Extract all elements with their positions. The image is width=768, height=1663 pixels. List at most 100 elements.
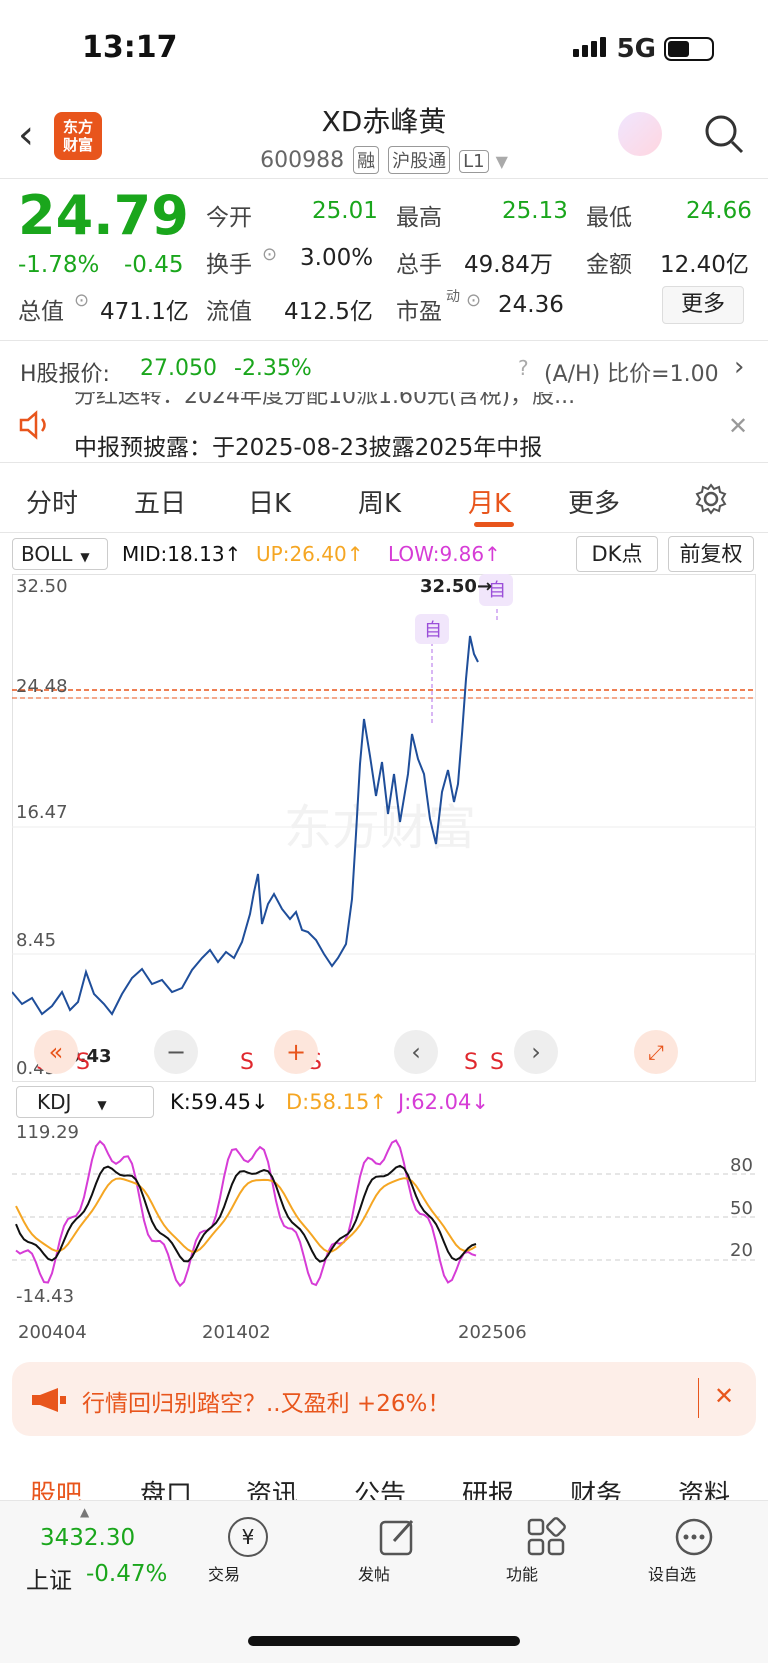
robot-avatar-icon[interactable] bbox=[618, 112, 662, 156]
close-icon[interactable]: ✕ bbox=[728, 412, 748, 440]
tab-finance[interactable]: 财务 bbox=[570, 1474, 622, 1500]
home-indicator bbox=[248, 1636, 520, 1646]
info-icon[interactable]: ⊙ bbox=[466, 290, 481, 311]
info-icon[interactable]: ⊙ bbox=[262, 244, 277, 265]
tab-more[interactable]: 更多 bbox=[568, 483, 620, 520]
pe-label: 市盈 bbox=[396, 299, 442, 325]
x-label: 200404 bbox=[18, 1322, 87, 1343]
self-tag-text: 自 bbox=[424, 620, 442, 641]
boll-up: UP:26.40↑ bbox=[256, 542, 364, 566]
kdj-select-value: KDJ bbox=[37, 1090, 72, 1114]
notice-bar[interactable]: 分红送转：2024年度分配10派1.60元(含税)，股... 中报预披露：于20… bbox=[0, 392, 768, 462]
tab-five-day[interactable]: 五日 bbox=[134, 483, 186, 520]
dock-functions[interactable]: 功能 bbox=[506, 1561, 586, 1585]
status-icons: 5G bbox=[572, 34, 714, 64]
help-icon[interactable]: ? bbox=[518, 356, 529, 380]
dock-add-watchlist[interactable]: 设自选 bbox=[648, 1561, 740, 1585]
adjust-button[interactable]: 前复权 bbox=[668, 536, 754, 572]
tab-research[interactable]: 研报 bbox=[462, 1474, 514, 1500]
stock-code: 600988 bbox=[260, 148, 345, 173]
status-time: 13:17 bbox=[82, 30, 178, 65]
compose-post-icon[interactable] bbox=[378, 1517, 418, 1557]
megaphone-icon bbox=[32, 1388, 66, 1412]
index-name[interactable]: 上证 bbox=[26, 1561, 72, 1595]
kdj-chart[interactable] bbox=[12, 1122, 756, 1312]
y-label: 32.50 bbox=[16, 576, 68, 597]
fullscreen-icon[interactable]: ⤢ bbox=[634, 1030, 678, 1074]
dock-post[interactable]: 发帖 bbox=[358, 1561, 438, 1585]
boll-mid: MID:18.13↑ bbox=[122, 542, 242, 566]
tab-profile[interactable]: 资料 bbox=[678, 1474, 730, 1500]
kdj-y-bottom: -14.43 bbox=[16, 1286, 75, 1307]
indicator-select[interactable]: BOLL ▼ bbox=[12, 538, 108, 570]
kdj-d: D:58.15↑ bbox=[286, 1090, 387, 1114]
search-icon[interactable] bbox=[702, 112, 746, 156]
close-icon[interactable]: ✕ bbox=[714, 1382, 734, 1410]
hshare-change: -2.35% bbox=[234, 356, 312, 381]
info-icon[interactable]: ⊙ bbox=[74, 290, 89, 311]
tab-forum[interactable]: 股吧 bbox=[30, 1474, 82, 1500]
sell-marker[interactable]: S bbox=[464, 1050, 478, 1075]
tab-orderbook[interactable]: 盘口 bbox=[140, 1474, 192, 1500]
content-tabs: 股吧 盘口 资讯 公告 研报 财务 资料 bbox=[0, 1454, 768, 1500]
tab-news[interactable]: 资讯 bbox=[246, 1474, 298, 1500]
kdj-level: 80 bbox=[730, 1155, 753, 1176]
volume-label: 总手 bbox=[396, 252, 442, 278]
zoom-out-icon[interactable]: − bbox=[154, 1030, 198, 1074]
change-pct: -1.78% bbox=[18, 252, 100, 278]
banner-divider bbox=[698, 1378, 699, 1418]
tab-daily-k[interactable]: 日K bbox=[248, 483, 291, 520]
turnover-value: 3.00% bbox=[300, 245, 374, 271]
zoom-in-icon[interactable]: + bbox=[274, 1030, 318, 1074]
open-value: 25.01 bbox=[312, 198, 378, 224]
dock-trade[interactable]: 交易 bbox=[208, 1561, 288, 1585]
index-change[interactable]: -0.47% bbox=[86, 1561, 167, 1587]
tab-announcements[interactable]: 公告 bbox=[354, 1474, 406, 1500]
more-dots-icon[interactable] bbox=[674, 1517, 714, 1557]
amount-label: 金额 bbox=[586, 252, 632, 278]
tab-weekly-k[interactable]: 周K bbox=[358, 483, 401, 520]
sell-marker[interactable]: S bbox=[76, 1050, 90, 1075]
hshare-label: H股报价: bbox=[20, 362, 110, 387]
promo-banner[interactable]: 行情回归别踏空？..又盈利 +26%！ ✕ bbox=[12, 1362, 756, 1436]
dropdown-icon[interactable]: ▼ bbox=[496, 152, 508, 171]
tab-monthly-k[interactable]: 月K bbox=[468, 483, 511, 520]
y-label: 24.48 bbox=[16, 676, 68, 697]
tab-intraday[interactable]: 分时 bbox=[26, 483, 78, 520]
hshare-price: 27.050 bbox=[140, 356, 217, 381]
pe-sup: 动 bbox=[446, 289, 460, 305]
scroll-left-end-icon[interactable]: « bbox=[34, 1030, 78, 1074]
high-value: 25.13 bbox=[502, 198, 568, 224]
network-type: 5G bbox=[616, 34, 656, 64]
tag-margin: 融 bbox=[353, 146, 380, 174]
apps-grid-icon[interactable] bbox=[526, 1517, 566, 1557]
low-label: 最低 bbox=[586, 205, 632, 231]
sell-marker[interactable]: S bbox=[490, 1050, 504, 1075]
banner-text: 行情回归别踏空？..又盈利 +26%！ bbox=[82, 1391, 451, 1417]
open-label: 今开 bbox=[206, 205, 252, 231]
battery-icon bbox=[664, 37, 714, 61]
chevron-right-icon[interactable]: › bbox=[734, 352, 744, 382]
change-value: -0.45 bbox=[124, 252, 184, 278]
kdj-level: 20 bbox=[730, 1240, 753, 1261]
kline-chart[interactable]: 东方财富 自 自 bbox=[12, 574, 756, 1082]
dk-point-button[interactable]: DK点 bbox=[576, 536, 658, 572]
turnover-label: 换手 bbox=[206, 252, 252, 278]
kdj-select[interactable]: KDJ ▼ bbox=[16, 1086, 154, 1118]
float-label: 流值 bbox=[206, 299, 252, 325]
speaker-icon bbox=[19, 410, 46, 440]
notice-line-2: 中报预披露：于2025-08-23披露2025年中报 bbox=[74, 435, 543, 461]
trade-icon[interactable]: ¥ bbox=[228, 1517, 268, 1557]
settings-gear-icon[interactable] bbox=[694, 482, 728, 516]
sell-marker[interactable]: S bbox=[240, 1050, 254, 1075]
chevron-left-icon[interactable]: ‹ bbox=[394, 1030, 438, 1074]
index-value[interactable]: 3432.30 bbox=[40, 1525, 135, 1551]
more-button[interactable]: 更多 bbox=[662, 286, 744, 324]
amount-value: 12.40亿 bbox=[660, 252, 749, 278]
chevron-right-icon[interactable]: › bbox=[514, 1030, 558, 1074]
kdj-j: J:62.04↓ bbox=[398, 1090, 489, 1114]
last-price: 24.79 bbox=[18, 184, 189, 247]
float-value: 412.5亿 bbox=[284, 299, 373, 325]
active-tab-indicator bbox=[474, 522, 514, 527]
caret-up-icon: ▲ bbox=[80, 1505, 90, 1519]
